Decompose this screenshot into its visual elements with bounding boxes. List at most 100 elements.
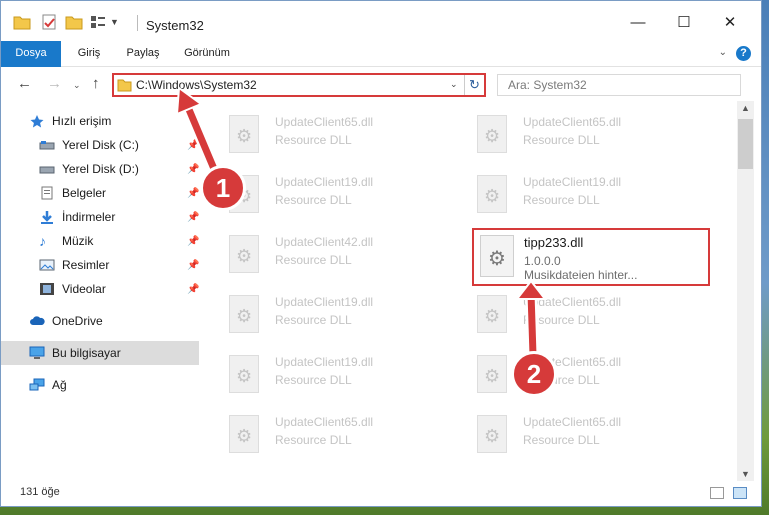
properties-icon[interactable] bbox=[41, 14, 57, 30]
refresh-icon[interactable]: ↻ bbox=[469, 77, 480, 93]
file-type: Resource DLL bbox=[275, 253, 352, 267]
scroll-down-icon[interactable]: ▼ bbox=[741, 469, 750, 479]
file-type: Resource DLL bbox=[275, 193, 352, 207]
search-placeholder: Ara: System32 bbox=[508, 78, 587, 92]
window-title: System32 bbox=[146, 18, 204, 33]
up-arrow-icon[interactable]: ↑ bbox=[92, 75, 100, 92]
file-type: Resource DLL bbox=[275, 133, 352, 147]
sidebar-item-label: Resimler bbox=[62, 258, 110, 272]
maximize-button[interactable]: ☐ bbox=[661, 9, 707, 35]
folder-icon[interactable] bbox=[13, 14, 31, 30]
tab-view[interactable]: Görünüm bbox=[173, 41, 241, 66]
address-bar[interactable]: C:\Windows\System32 ⌄ ↻ bbox=[112, 73, 486, 97]
new-folder-icon[interactable] bbox=[65, 14, 83, 30]
list-item[interactable]: UpdateClient65.dll Resource DLL bbox=[221, 109, 461, 169]
sidebar-item-downloads[interactable]: İndirmeler 📌 bbox=[1, 205, 199, 229]
navigation-bar: ← → ⌄ ↑ C:\Windows\System32 ⌄ ↻ Ara: Sys… bbox=[1, 67, 761, 103]
dll-file-icon bbox=[229, 115, 259, 153]
dll-file-icon bbox=[229, 295, 259, 333]
dll-file-icon bbox=[229, 235, 259, 273]
scrollbar-thumb[interactable] bbox=[738, 119, 753, 169]
file-type: Resource DLL bbox=[275, 373, 352, 387]
scroll-up-icon[interactable]: ▲ bbox=[741, 103, 750, 113]
file-name: UpdateClient65.dll bbox=[523, 415, 622, 429]
back-arrow-icon[interactable]: ← bbox=[17, 75, 32, 92]
search-input[interactable]: Ara: System32 bbox=[497, 74, 741, 96]
tiles-view-icon[interactable] bbox=[733, 487, 747, 499]
close-button[interactable]: ✕ bbox=[707, 9, 753, 35]
forward-arrow-icon[interactable]: → bbox=[47, 75, 62, 92]
file-type: Resource DLL bbox=[275, 433, 352, 447]
list-item[interactable]: UpdateClient42.dll Resource DLL bbox=[221, 229, 461, 289]
file-name: UpdateClient65.dll bbox=[523, 115, 622, 129]
music-icon: ♪ bbox=[39, 233, 46, 249]
details-view-icon[interactable] bbox=[710, 487, 724, 499]
title-separator bbox=[137, 15, 138, 31]
list-item[interactable]: UpdateClient19.dll Resource DLL bbox=[221, 169, 461, 229]
pictures-icon bbox=[39, 258, 55, 272]
sidebar-item-quick-access[interactable]: Hızlı erişim bbox=[1, 109, 199, 133]
sidebar-item-local-disk-c[interactable]: Yerel Disk (C:) 📌 bbox=[1, 133, 199, 157]
explorer-window: ▼ System32 — ☐ ✕ Dosya Giriş Paylaş Görü… bbox=[0, 0, 762, 507]
download-icon bbox=[39, 210, 55, 224]
customize-toolbar-icon[interactable]: ▼ bbox=[110, 17, 119, 27]
documents-icon bbox=[39, 186, 55, 200]
pin-icon: 📌 bbox=[187, 259, 200, 271]
computer-icon bbox=[29, 346, 45, 360]
drive-icon bbox=[39, 138, 55, 152]
sidebar-item-network[interactable]: Ağ bbox=[1, 373, 199, 397]
file-name: tipp233.dll bbox=[524, 235, 584, 250]
dll-file-icon bbox=[477, 295, 507, 333]
sidebar-item-videos[interactable]: Videolar 📌 bbox=[1, 277, 199, 301]
dll-file-icon bbox=[229, 415, 259, 453]
sidebar-item-local-disk-d[interactable]: Yerel Disk (D:) 📌 bbox=[1, 157, 199, 181]
sidebar-item-label: Hızlı erişim bbox=[52, 114, 112, 128]
pin-icon: 📌 bbox=[187, 235, 200, 247]
help-button[interactable]: ? bbox=[736, 46, 751, 61]
file-name: UpdateClient42.dll bbox=[275, 235, 374, 249]
file-name: UpdateClient19.dll bbox=[523, 175, 622, 189]
tab-share[interactable]: Paylaş bbox=[115, 41, 171, 66]
highlighted-file-item[interactable]: tipp233.dll 1.0.0.0 Musikdateien hinter.… bbox=[472, 228, 710, 286]
videos-icon bbox=[39, 282, 55, 296]
view-options-icon[interactable] bbox=[89, 14, 107, 30]
sidebar-item-onedrive[interactable]: OneDrive bbox=[1, 309, 199, 333]
list-item[interactable]: UpdateClient19.dll Resource DLL bbox=[469, 169, 709, 229]
expand-ribbon-icon[interactable]: ⌄ bbox=[719, 47, 727, 58]
list-item[interactable]: UpdateClient65.dll Resource DLL bbox=[469, 349, 709, 409]
drive-icon bbox=[39, 162, 55, 176]
sidebar-item-label: Bu bilgisayar bbox=[52, 346, 121, 360]
sidebar-item-this-pc[interactable]: Bu bilgisayar bbox=[1, 341, 199, 365]
file-name: UpdateClient19.dll bbox=[275, 295, 374, 309]
minimize-button[interactable]: — bbox=[615, 9, 661, 35]
list-item[interactable]: UpdateClient19.dll Resource DLL bbox=[221, 289, 461, 349]
sidebar-item-pictures[interactable]: Resimler 📌 bbox=[1, 253, 199, 277]
sidebar-item-label: Videolar bbox=[62, 282, 106, 296]
file-type: Resource DLL bbox=[523, 193, 600, 207]
callout-badge-1: 1 bbox=[200, 165, 246, 211]
file-name: UpdateClient65.dll bbox=[275, 415, 374, 429]
pin-icon: 📌 bbox=[187, 187, 200, 199]
star-icon bbox=[29, 114, 45, 128]
sidebar-item-documents[interactable]: Belgeler 📌 bbox=[1, 181, 199, 205]
sidebar-item-label: Belgeler bbox=[62, 186, 107, 200]
ribbon-tabs: Dosya Giriş Paylaş Görünüm ⌄ ? bbox=[1, 41, 761, 101]
list-item[interactable]: UpdateClient65.dll Resource DLL bbox=[469, 109, 709, 169]
list-item[interactable]: UpdateClient19.dll Resource DLL bbox=[221, 349, 461, 409]
vertical-scrollbar[interactable]: ▲ ▼ bbox=[737, 101, 754, 483]
list-item[interactable]: UpdateClient65.dll Resource DLL bbox=[469, 289, 709, 349]
network-icon bbox=[29, 378, 45, 392]
sidebar-item-label: Müzik bbox=[62, 234, 94, 248]
status-bar: 131 öğe bbox=[1, 481, 761, 505]
pin-icon: 📌 bbox=[187, 283, 200, 295]
list-item[interactable]: UpdateClient65.dll Resource DLL bbox=[221, 409, 461, 469]
file-name: UpdateClient65.dll bbox=[275, 115, 374, 129]
recent-locations-icon[interactable]: ⌄ bbox=[73, 80, 81, 91]
file-name: UpdateClient19.dll bbox=[275, 175, 374, 189]
tab-home[interactable]: Giriş bbox=[63, 41, 115, 66]
sidebar-item-label: Yerel Disk (C:) bbox=[62, 138, 139, 152]
dll-file-icon bbox=[480, 235, 514, 277]
address-dropdown-icon[interactable]: ⌄ bbox=[450, 79, 458, 90]
sidebar-item-music[interactable]: ♪ Müzik 📌 bbox=[1, 229, 199, 253]
list-item[interactable]: UpdateClient65.dll Resource DLL bbox=[469, 409, 709, 469]
